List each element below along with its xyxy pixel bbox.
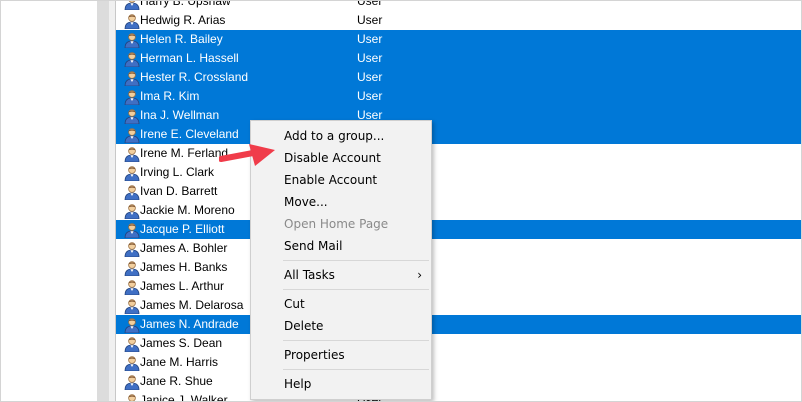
user-name: Hedwig R. Arias: [140, 13, 226, 27]
user-icon: [124, 108, 140, 125]
user-icon: [124, 146, 140, 163]
menu-separator: [283, 369, 429, 370]
red-arrow-icon: [219, 144, 275, 166]
user-row[interactable]: Hedwig R. Arias User: [116, 11, 801, 30]
user-row[interactable]: James A. Bohler: [116, 239, 801, 258]
user-icon: [124, 279, 140, 296]
user-name: Janice J. Walker: [140, 393, 228, 402]
all-tasks-label: All Tasks: [284, 268, 335, 282]
user-icon: [124, 260, 140, 277]
user-name: James H. Banks: [140, 260, 228, 274]
menu-item-help[interactable]: Help: [284, 375, 311, 393]
user-name: James N. Andrade: [140, 317, 239, 331]
user-name: Jane M. Harris: [140, 355, 219, 369]
user-type: User: [357, 89, 383, 103]
user-icon: [124, 336, 140, 353]
user-icon: [124, 13, 140, 30]
user-type: User: [357, 70, 383, 84]
users-list: Harry B. Upshaw User Hedwig R. Arias User …: [116, 0, 801, 402]
user-row[interactable]: Jane R. Shue: [116, 372, 801, 391]
user-row[interactable]: Ivan D. Barrett: [116, 182, 801, 201]
menu-item-delete[interactable]: Delete: [284, 317, 323, 335]
user-row[interactable]: Harry B. Upshaw User: [116, 0, 801, 11]
user-name: James S. Dean: [140, 336, 223, 350]
chevron-right-icon: ›: [417, 268, 422, 282]
user-name: Herman L. Hassell: [140, 51, 239, 65]
menu-item-open-home-page: Open Home Page: [284, 217, 389, 231]
user-name: Jackie M. Moreno: [140, 203, 235, 217]
user-name: Jacque P. Elliott: [140, 222, 225, 236]
menu-item-cut[interactable]: Cut: [284, 295, 305, 313]
user-name: Harry B. Upshaw: [140, 0, 231, 8]
user-row[interactable]: James S. Dean: [116, 334, 801, 353]
console-tree-pane: [1, 1, 97, 401]
user-row[interactable]: James N. Andrade: [116, 315, 801, 334]
user-icon: [124, 165, 140, 182]
user-icon: [124, 70, 140, 87]
user-row[interactable]: Hester R. Crossland User: [116, 68, 801, 87]
user-icon: [124, 203, 140, 220]
user-type: User: [357, 13, 383, 27]
user-row[interactable]: Jacque P. Elliott: [116, 220, 801, 239]
user-row[interactable]: Janice J. WalkerUser: [116, 391, 801, 402]
user-name: Ina J. Wellman: [140, 108, 220, 122]
user-name: Hester R. Crossland: [140, 70, 249, 84]
menu-item-properties[interactable]: Properties: [284, 346, 345, 364]
user-row[interactable]: Jackie M. Moreno: [116, 201, 801, 220]
pane-divider: [109, 1, 116, 401]
user-type: User: [357, 51, 383, 65]
user-row[interactable]: Jane M. Harris: [116, 353, 801, 372]
user-row[interactable]: James L. Arthur: [116, 277, 801, 296]
user-name: Helen R. Bailey: [140, 32, 223, 46]
user-name: James L. Arthur: [140, 279, 225, 293]
user-icon: [124, 127, 140, 144]
menu-item-disable-account[interactable]: Disable Account: [284, 149, 381, 167]
menu-separator: [283, 340, 429, 341]
menu-item-move[interactable]: Move...: [284, 193, 328, 211]
user-name: Jane R. Shue: [140, 374, 213, 388]
user-row[interactable]: Helen R. Bailey User: [116, 30, 801, 49]
user-icon: [124, 222, 140, 239]
user-row[interactable]: Ima R. Kim User: [116, 87, 801, 106]
user-icon: [124, 32, 140, 49]
menu-separator: [283, 260, 429, 261]
user-name: Irene M. Ferland: [140, 146, 229, 160]
user-type: User: [357, 0, 383, 8]
user-name: Ivan D. Barrett: [140, 184, 218, 198]
user-icon: [124, 184, 140, 201]
menu-item-all-tasks[interactable]: All Tasks ›: [284, 266, 422, 284]
user-icon: [124, 241, 140, 258]
user-icon: [124, 374, 140, 391]
menu-item-enable-account[interactable]: Enable Account: [284, 171, 377, 189]
user-icon: [124, 317, 140, 334]
user-icon: [124, 89, 140, 106]
user-icon: [124, 393, 140, 401]
menu-separator: [283, 289, 429, 290]
pane-splitter[interactable]: [97, 1, 109, 401]
menu-item-send-mail[interactable]: Send Mail: [284, 237, 342, 255]
users-window: Harry B. Upshaw User Hedwig R. Arias User …: [0, 0, 802, 402]
user-name: Ima R. Kim: [140, 89, 200, 103]
user-row[interactable]: Ina J. Wellman User: [116, 106, 801, 125]
user-row[interactable]: James M. Delarosa: [116, 296, 801, 315]
user-icon: [124, 298, 140, 315]
user-name: James A. Bohler: [140, 241, 228, 255]
user-row[interactable]: Herman L. Hassell User: [116, 49, 801, 68]
user-type: User: [357, 32, 383, 46]
user-icon: [124, 1, 140, 11]
user-icon: [124, 355, 140, 372]
user-name: Irving L. Clark: [140, 165, 215, 179]
menu-item-add-to-group[interactable]: Add to a group...: [284, 127, 384, 145]
user-icon: [124, 51, 140, 68]
user-name: James M. Delarosa: [140, 298, 244, 312]
user-row[interactable]: James H. Banks: [116, 258, 801, 277]
